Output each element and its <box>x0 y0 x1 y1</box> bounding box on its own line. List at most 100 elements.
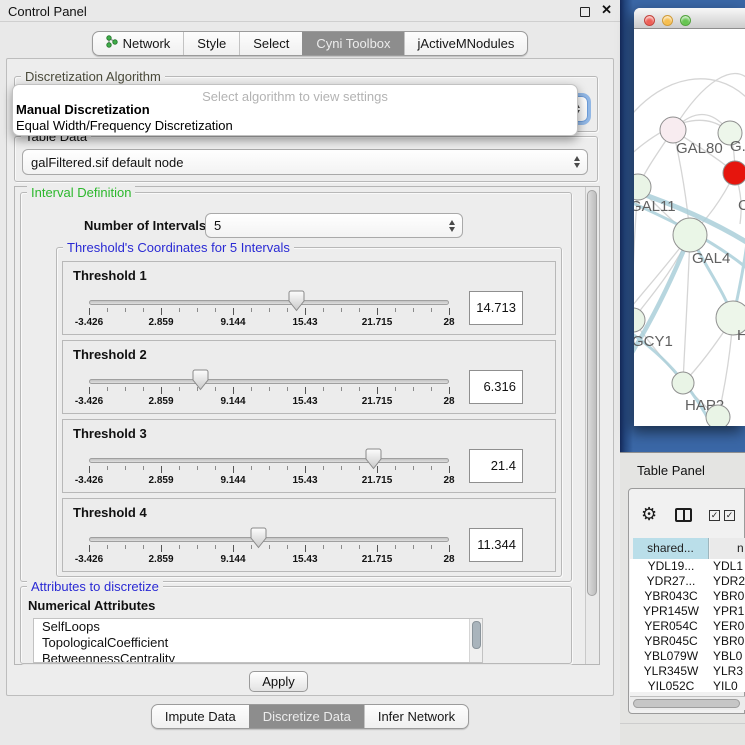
network-node[interactable] <box>672 372 694 394</box>
horizontal-scrollbar-thumb[interactable] <box>633 699 740 708</box>
tab-label: Cyni Toolbox <box>316 32 390 56</box>
tick-mark <box>197 545 198 549</box>
table-row[interactable]: YER054CYER0 <box>630 619 745 634</box>
attr-items: SelfLoopsTopologicalCoefficientBetweenne… <box>34 619 482 663</box>
tick-mark <box>107 466 108 470</box>
threshold-slider-thumb[interactable] <box>192 369 209 391</box>
tick-mark <box>287 466 288 470</box>
algorithm-option-equal-width[interactable]: Equal Width/Frequency Discretization <box>16 118 233 133</box>
tick-mark <box>323 308 324 312</box>
network-canvas[interactable]: GAL80G.CGAL11GAL4GCY1HHAP2 <box>634 29 745 426</box>
tick-mark <box>107 545 108 549</box>
network-node-label: GAL4 <box>692 250 730 267</box>
table-row[interactable]: YBR043CYBR0 <box>630 589 745 604</box>
tick-mark <box>269 387 270 391</box>
threshold-value-field[interactable]: 14.713 <box>469 291 523 325</box>
threshold-slider-track[interactable] <box>89 537 449 542</box>
divider <box>620 723 745 724</box>
tick-mark <box>125 545 126 549</box>
list-scrollbar[interactable] <box>469 619 482 662</box>
column-header-shared-name[interactable]: shared... <box>633 538 709 559</box>
zoom-traffic-light-icon[interactable] <box>680 15 691 26</box>
tick-mark <box>413 387 414 391</box>
threshold-slider-track[interactable] <box>89 379 449 384</box>
tick-mark <box>161 308 162 315</box>
threshold-value-field[interactable]: 21.4 <box>469 449 523 483</box>
tick-mark <box>323 545 324 549</box>
tick-mark <box>287 545 288 549</box>
threshold-slider-thumb[interactable] <box>288 290 305 312</box>
threshold-slider-thumb[interactable] <box>365 448 382 470</box>
tab-select[interactable]: Select <box>239 32 302 55</box>
algorithm-option-manual[interactable]: Manual Discretization <box>16 102 150 117</box>
numerical-attribute-item[interactable]: TopologicalCoefficient <box>34 635 482 651</box>
checkbox-icon[interactable]: ✓ <box>724 510 735 521</box>
threshold-label: Threshold 3 <box>73 426 147 441</box>
network-window-titlebar[interactable] <box>634 8 745 29</box>
table-row[interactable]: YBR045CYBR0 <box>630 634 745 649</box>
vertical-scrollbar-thumb[interactable] <box>587 190 597 596</box>
table-row[interactable]: YIL052CYIL0 <box>630 679 745 692</box>
tick-mark <box>179 466 180 470</box>
threshold-value-field[interactable]: 6.316 <box>469 370 523 404</box>
numerical-attribute-item[interactable]: SelfLoops <box>34 619 482 635</box>
cell-shared-name: YDR27... <box>633 574 709 589</box>
network-node-label: GAL11 <box>634 198 676 215</box>
tick-label: 9.144 <box>220 554 245 565</box>
tick-mark <box>233 308 234 315</box>
tab-label: Infer Network <box>378 705 455 729</box>
network-view-window[interactable]: GAL80G.CGAL11GAL4GCY1HHAP2 <box>634 8 745 426</box>
cell-shared-name: YLR345W <box>633 664 709 679</box>
tab-cyni-toolbox[interactable]: Cyni Toolbox <box>302 32 403 55</box>
tab-discretize-data[interactable]: Discretize Data <box>249 705 364 728</box>
minimize-traffic-light-icon[interactable] <box>662 15 673 26</box>
numerical-attributes-list: SelfLoopsTopologicalCoefficientBetweenne… <box>33 618 483 663</box>
threshold-slider-track[interactable] <box>89 300 449 305</box>
tick-mark <box>251 466 252 470</box>
split-columns-icon[interactable] <box>675 508 692 522</box>
float-window-icon[interactable] <box>580 7 590 17</box>
tick-mark <box>449 466 450 473</box>
table-row[interactable]: YLR345WYLR3 <box>630 664 745 679</box>
checkbox-icon[interactable]: ✓ <box>709 510 720 521</box>
table-row[interactable]: YBL079WYBL0 <box>630 649 745 664</box>
threshold-value-field[interactable]: 11.344 <box>469 528 523 562</box>
table-row[interactable]: YDL19...YDL1 <box>630 559 745 574</box>
table-data-combobox[interactable]: galFiltered.sif default node <box>22 149 588 175</box>
tab-impute-data[interactable]: Impute Data <box>152 705 249 728</box>
list-scrollbar-thumb[interactable] <box>472 621 481 649</box>
tick-mark <box>179 545 180 549</box>
tick-mark <box>161 545 162 552</box>
tick-mark <box>89 387 90 394</box>
tick-mark <box>251 387 252 391</box>
apply-button[interactable]: Apply <box>249 671 308 692</box>
num-intervals-combobox[interactable]: 5 <box>205 213 463 238</box>
tick-mark <box>125 466 126 470</box>
numerical-attribute-item[interactable]: BetweennessCentrality <box>34 651 482 663</box>
gear-icon[interactable]: ⚙ <box>641 504 657 525</box>
tick-mark <box>413 545 414 549</box>
network-node[interactable] <box>723 161 745 185</box>
network-node[interactable] <box>634 308 645 332</box>
tick-mark <box>341 545 342 549</box>
panel-title: Control Panel <box>8 4 87 19</box>
close-icon[interactable]: ✕ <box>601 2 612 18</box>
tick-mark <box>269 308 270 312</box>
column-header-name[interactable]: n <box>710 538 745 559</box>
tick-mark <box>89 545 90 552</box>
horizontal-scrollbar[interactable] <box>630 696 745 710</box>
tick-label: 28 <box>443 317 454 328</box>
tab-style[interactable]: Style <box>183 32 239 55</box>
threshold-slider-track[interactable] <box>89 458 449 463</box>
tab-network[interactable]: Network <box>93 32 184 55</box>
tick-mark <box>413 308 414 312</box>
close-traffic-light-icon[interactable] <box>644 15 655 26</box>
threshold-slider-thumb[interactable] <box>250 527 267 549</box>
tick-mark <box>215 308 216 312</box>
tab-jactivemnodules[interactable]: jActiveMNodules <box>404 32 528 55</box>
tab-infer-network[interactable]: Infer Network <box>364 705 468 728</box>
network-node[interactable] <box>706 405 730 426</box>
network-node[interactable] <box>673 218 707 252</box>
table-row[interactable]: YDR27...YDR2 <box>630 574 745 589</box>
table-row[interactable]: YPR145WYPR1 <box>630 604 745 619</box>
